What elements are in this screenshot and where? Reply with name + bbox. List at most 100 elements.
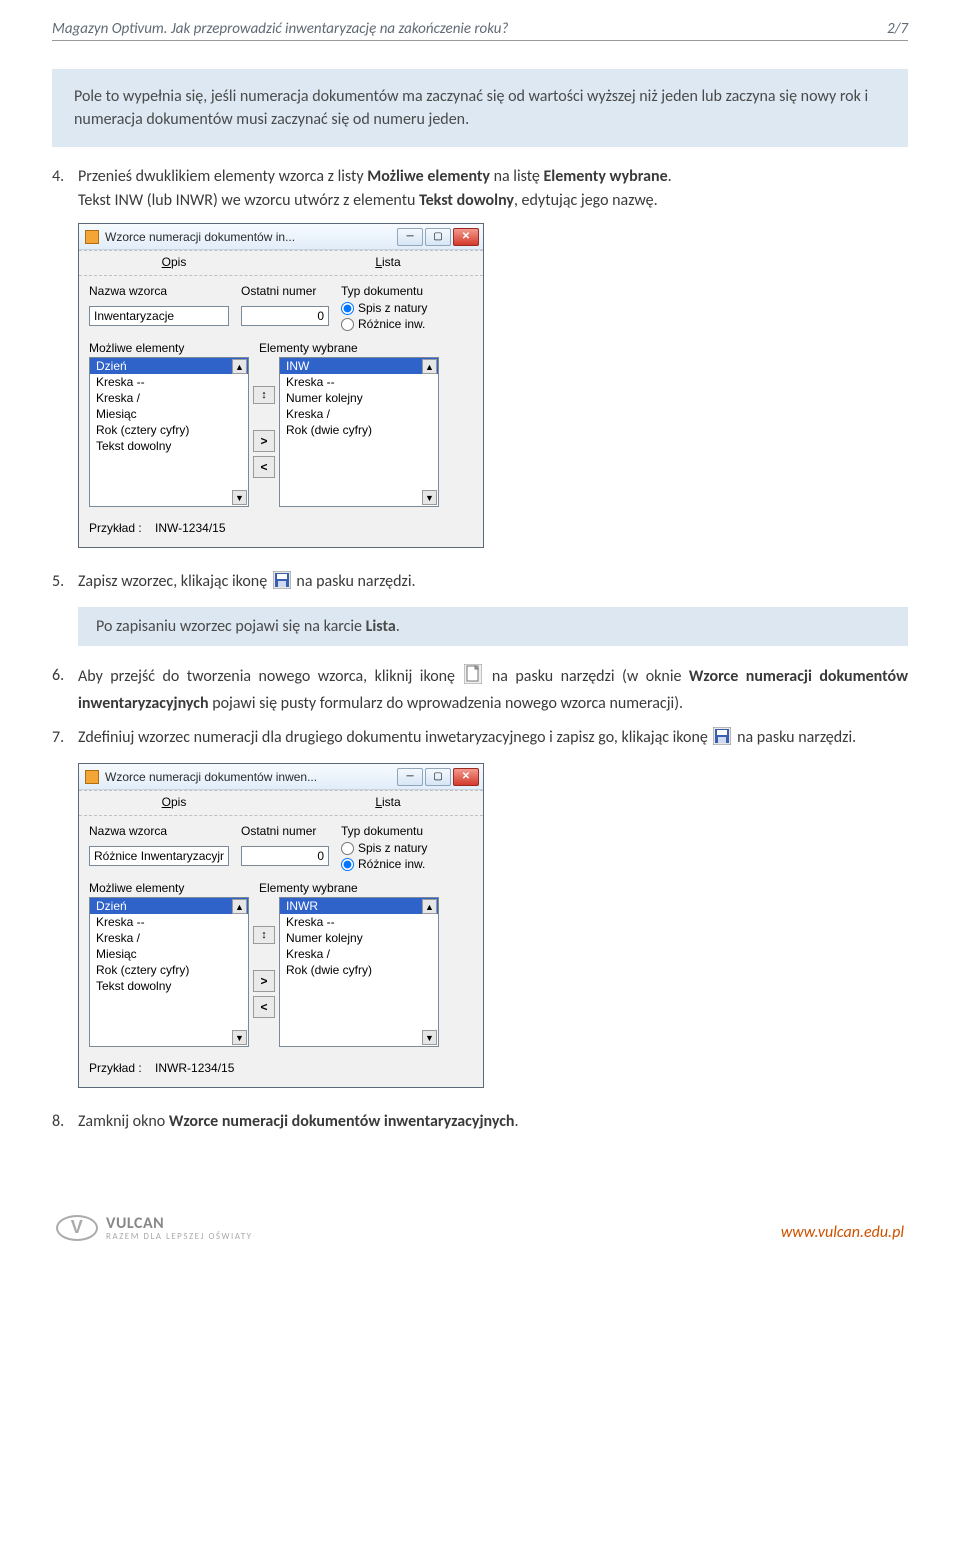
- maximize-button[interactable]: ▢: [425, 768, 451, 786]
- list-item[interactable]: Kreska --: [280, 374, 438, 390]
- text: .: [515, 1112, 519, 1131]
- maximize-button[interactable]: ▢: [425, 228, 451, 246]
- window-title: Wzorce numeracji dokumentów in...: [105, 230, 397, 244]
- listbox-mozliwe[interactable]: ▲ DzieńKreska --Kreska /MiesiącRok (czte…: [89, 357, 249, 507]
- label-wybrane: Elementy wybrane: [259, 881, 358, 895]
- label-nazwa: Nazwa wzorca: [89, 284, 231, 298]
- list-item[interactable]: Kreska /: [280, 406, 438, 422]
- app-icon: [85, 230, 99, 244]
- new-document-icon: [464, 664, 482, 692]
- scroll-down-icon[interactable]: ▼: [422, 1030, 437, 1045]
- step-number: 6.: [52, 664, 78, 716]
- close-button[interactable]: ✕: [453, 228, 479, 246]
- scroll-up-icon[interactable]: ▲: [232, 899, 247, 914]
- label-nazwa: Nazwa wzorca: [89, 824, 231, 838]
- example-row: Przykład : INW-1234/15: [89, 521, 473, 535]
- after-save-callout: Po zapisaniu wzorzec pojawi się na karci…: [78, 607, 908, 646]
- label-mozliwe: Możliwe elementy: [89, 341, 249, 355]
- dialog-screenshot-1: Wzorce numeracji dokumentów in... ─ ▢ ✕ …: [78, 223, 908, 548]
- scroll-up-icon[interactable]: ▲: [422, 359, 437, 374]
- list-item[interactable]: Kreska --: [90, 914, 248, 930]
- close-button[interactable]: ✕: [453, 768, 479, 786]
- list-item[interactable]: Rok (cztery cyfry): [90, 422, 248, 438]
- list-item[interactable]: INWR: [280, 898, 438, 914]
- list-item[interactable]: Dzień: [90, 898, 248, 914]
- list-item[interactable]: Miesiąc: [90, 406, 248, 422]
- text: Tekst INW (lub INWR) we wzorcu utwórz z …: [78, 191, 419, 210]
- reorder-button[interactable]: ↕: [253, 386, 275, 404]
- step-4: 4. Przenieś dwuklikiem elementy wzorca z…: [52, 165, 908, 213]
- step-number: 7.: [52, 726, 78, 753]
- ostatni-input[interactable]: [241, 306, 329, 326]
- step-5: 5. Zapisz wzorzec, klikając ikonę na pas…: [52, 570, 908, 597]
- ostatni-input[interactable]: [241, 846, 329, 866]
- menubar: Opis Lista: [79, 790, 483, 816]
- listbox-mozliwe[interactable]: ▲ DzieńKreska --Kreska /MiesiącRok (czte…: [89, 897, 249, 1047]
- menu-lista[interactable]: Lista: [301, 795, 475, 809]
- move-right-button[interactable]: >: [253, 970, 275, 992]
- text: na pasku narzędzi.: [296, 572, 415, 591]
- titlebar: Wzorce numeracji dokumentów inwen... ─ ▢…: [79, 764, 483, 790]
- scroll-down-icon[interactable]: ▼: [232, 490, 247, 505]
- text: Przenieś dwuklikiem elementy wzorca z li…: [78, 167, 367, 186]
- text: pojawi się pusty formularz do wprowadzen…: [209, 694, 684, 713]
- scroll-up-icon[interactable]: ▲: [422, 899, 437, 914]
- list-item[interactable]: Tekst dowolny: [90, 438, 248, 454]
- text-bold: Elementy wybrane: [544, 167, 668, 186]
- save-icon: [273, 571, 291, 597]
- list-item[interactable]: Rok (cztery cyfry): [90, 962, 248, 978]
- example-label: Przykład :: [89, 521, 142, 535]
- save-icon: [713, 727, 731, 753]
- text-bold: Tekst dowolny: [419, 191, 514, 210]
- list-item[interactable]: Miesiąc: [90, 946, 248, 962]
- list-item[interactable]: Kreska /: [90, 390, 248, 406]
- minimize-button[interactable]: ─: [397, 768, 423, 786]
- list-item[interactable]: Kreska --: [280, 914, 438, 930]
- list-item[interactable]: Rok (dwie cyfry): [280, 422, 438, 438]
- step-7: 7. Zdefiniuj wzorzec numeracji dla drugi…: [52, 726, 908, 753]
- menu-opis[interactable]: Opis: [87, 255, 261, 269]
- website-link[interactable]: www.vulcan.edu.pl: [781, 1223, 904, 1242]
- listbox-wybrane[interactable]: ▲ INWKreska --Numer kolejnyKreska /Rok (…: [279, 357, 439, 507]
- list-item[interactable]: Dzień: [90, 358, 248, 374]
- example-label: Przykład :: [89, 1061, 142, 1075]
- menu-lista[interactable]: Lista: [301, 255, 475, 269]
- radio-spis[interactable]: Spis z natury: [341, 301, 473, 315]
- radio-roznice[interactable]: Różnice inw.: [341, 857, 473, 871]
- scroll-up-icon[interactable]: ▲: [232, 359, 247, 374]
- radio-roznice[interactable]: Różnice inw.: [341, 317, 473, 331]
- menu-opis[interactable]: Opis: [87, 795, 261, 809]
- window-title: Wzorce numeracji dokumentów inwen...: [105, 770, 397, 784]
- list-item[interactable]: Kreska /: [90, 930, 248, 946]
- label-mozliwe: Możliwe elementy: [89, 881, 249, 895]
- text: na pasku narzędzi.: [737, 728, 856, 747]
- move-left-button[interactable]: <: [253, 456, 275, 478]
- nazwa-input[interactable]: [89, 306, 229, 326]
- page-footer: VULCAN RAZEM DLA LEPSZEJ OŚWIATY www.vul…: [52, 1214, 908, 1262]
- list-item[interactable]: Kreska --: [90, 374, 248, 390]
- text-bold: Wzorce numeracji dokumentów inwentaryzac…: [169, 1112, 515, 1131]
- move-left-button[interactable]: <: [253, 996, 275, 1018]
- scroll-down-icon[interactable]: ▼: [422, 490, 437, 505]
- page-indicator: 2/7: [887, 20, 908, 38]
- step-number: 8.: [52, 1110, 78, 1134]
- list-item[interactable]: Kreska /: [280, 946, 438, 962]
- list-item[interactable]: Numer kolejny: [280, 930, 438, 946]
- list-item[interactable]: Numer kolejny: [280, 390, 438, 406]
- nazwa-input[interactable]: [89, 846, 229, 866]
- list-item[interactable]: Tekst dowolny: [90, 978, 248, 994]
- list-item[interactable]: INW: [280, 358, 438, 374]
- move-right-button[interactable]: >: [253, 430, 275, 452]
- typ-radio-group: Spis z natury Różnice inw.: [341, 301, 473, 331]
- minimize-button[interactable]: ─: [397, 228, 423, 246]
- listbox-wybrane[interactable]: ▲ INWRKreska --Numer kolejnyKreska /Rok …: [279, 897, 439, 1047]
- scroll-down-icon[interactable]: ▼: [232, 1030, 247, 1045]
- reorder-button[interactable]: ↕: [253, 926, 275, 944]
- dialog-window: Wzorce numeracji dokumentów in... ─ ▢ ✕ …: [78, 223, 484, 548]
- brand-block: VULCAN RAZEM DLA LEPSZEJ OŚWIATY: [56, 1214, 253, 1242]
- radio-spis[interactable]: Spis z natury: [341, 841, 473, 855]
- example-value: INW-1234/15: [155, 521, 225, 535]
- label-ostatni: Ostatni numer: [241, 824, 331, 838]
- dialog-screenshot-2: Wzorce numeracji dokumentów inwen... ─ ▢…: [78, 763, 908, 1088]
- list-item[interactable]: Rok (dwie cyfry): [280, 962, 438, 978]
